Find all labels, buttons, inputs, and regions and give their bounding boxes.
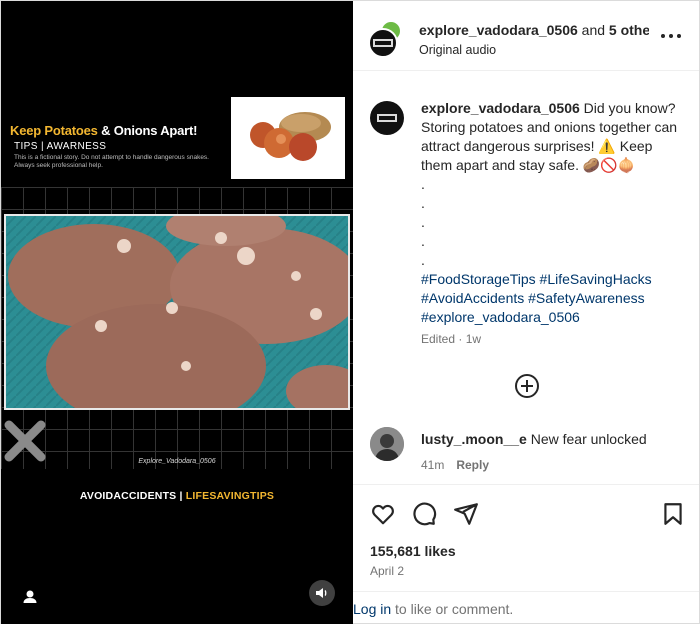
post-details-panel: explore_vadodara_0506 and 5 others Origi… — [353, 1, 699, 623]
comment: lusty_.moon__e New fear unlocked — [421, 431, 647, 447]
caption-dot: . — [421, 252, 425, 268]
reel-tag-right: LIFESAVINGTIPS — [185, 490, 275, 502]
header-others[interactable]: 5 others — [609, 22, 649, 38]
save-icon[interactable] — [660, 501, 686, 527]
caption-dot: . — [421, 195, 425, 211]
reel-title-rest: & Onions Apart! — [97, 123, 198, 138]
reel-title-accent: Keep Potatoes — [10, 123, 98, 138]
edited-timestamp: Edited · 1w — [421, 332, 482, 346]
reel-title: Keep Potatoes & Onions Apart! — [10, 123, 198, 138]
comment-username[interactable]: lusty_.moon__e — [421, 431, 527, 447]
share-icon[interactable] — [453, 501, 479, 527]
reply-button[interactable]: Reply — [456, 458, 489, 472]
caption-text: explore_vadodara_0506 Did you know? Stor… — [421, 99, 685, 327]
commenter-avatar[interactable] — [370, 427, 404, 461]
header-username[interactable]: explore_vadodara_0506 — [419, 22, 578, 38]
action-bar — [353, 484, 699, 544]
reel-disclaimer: This is a fictional story. Do not attemp… — [14, 154, 209, 169]
login-link[interactable]: Log in — [353, 601, 391, 617]
post-date: April 2 — [370, 564, 405, 578]
like-count[interactable]: 155,681 likes — [370, 543, 456, 559]
author-avatar — [368, 28, 398, 58]
original-audio-link[interactable]: Original audio — [419, 43, 496, 57]
hashtag-line[interactable]: #FoodStorageTips #LifeSavingHacks — [421, 270, 685, 289]
caption-author-avatar[interactable] — [370, 101, 404, 135]
header-and: and — [577, 22, 609, 38]
login-prompt: Log in to like or comment. — [353, 591, 699, 623]
caption-dot: . — [421, 233, 425, 249]
login-text: to like or comment. — [391, 601, 514, 617]
header-authors[interactable]: explore_vadodara_0506 and 5 others — [419, 22, 649, 38]
more-icon[interactable] — [659, 27, 683, 45]
reel-media[interactable]: Keep Potatoes & Onions Apart! TIPS | AWA… — [1, 1, 353, 624]
tagged-user-icon[interactable] — [18, 585, 42, 609]
heart-icon[interactable] — [370, 501, 396, 527]
caption-dot: . — [421, 214, 425, 230]
caption-username[interactable]: explore_vadodara_0506 — [421, 100, 580, 116]
reel-subtitle: TIPS | AWARNESS — [14, 141, 107, 152]
reel-credit: Explore_Vadodara_0506 — [138, 458, 216, 465]
reel-tagline: AVOIDACCIDENTS | LIFESAVINGTIPS — [1, 490, 353, 502]
post-window: Keep Potatoes & Onions Apart! TIPS | AWA… — [0, 0, 700, 624]
potato-onion-thumbnail — [231, 97, 345, 179]
load-more-comments-icon[interactable] — [514, 373, 540, 399]
author-avatars[interactable] — [368, 20, 406, 58]
potatoes-photo — [4, 214, 350, 410]
comment-body: New fear unlocked — [526, 431, 647, 447]
hashtag-line[interactable]: #explore_vadodara_0506 — [421, 308, 685, 327]
caption-dot: . — [421, 176, 425, 192]
reel-tag-left: AVOIDACCIDENTS | — [79, 490, 186, 502]
post-header: explore_vadodara_0506 and 5 others Origi… — [353, 1, 699, 71]
mute-button[interactable] — [309, 580, 335, 606]
comment-time[interactable]: 41m — [421, 458, 444, 472]
decorative-x-icon — [4, 420, 46, 462]
comment-icon[interactable] — [411, 501, 437, 527]
comment-meta: 41m Reply — [421, 458, 501, 472]
hashtag-line[interactable]: #AvoidAccidents #SafetyAwareness — [421, 289, 685, 308]
speaker-icon — [316, 588, 327, 598]
